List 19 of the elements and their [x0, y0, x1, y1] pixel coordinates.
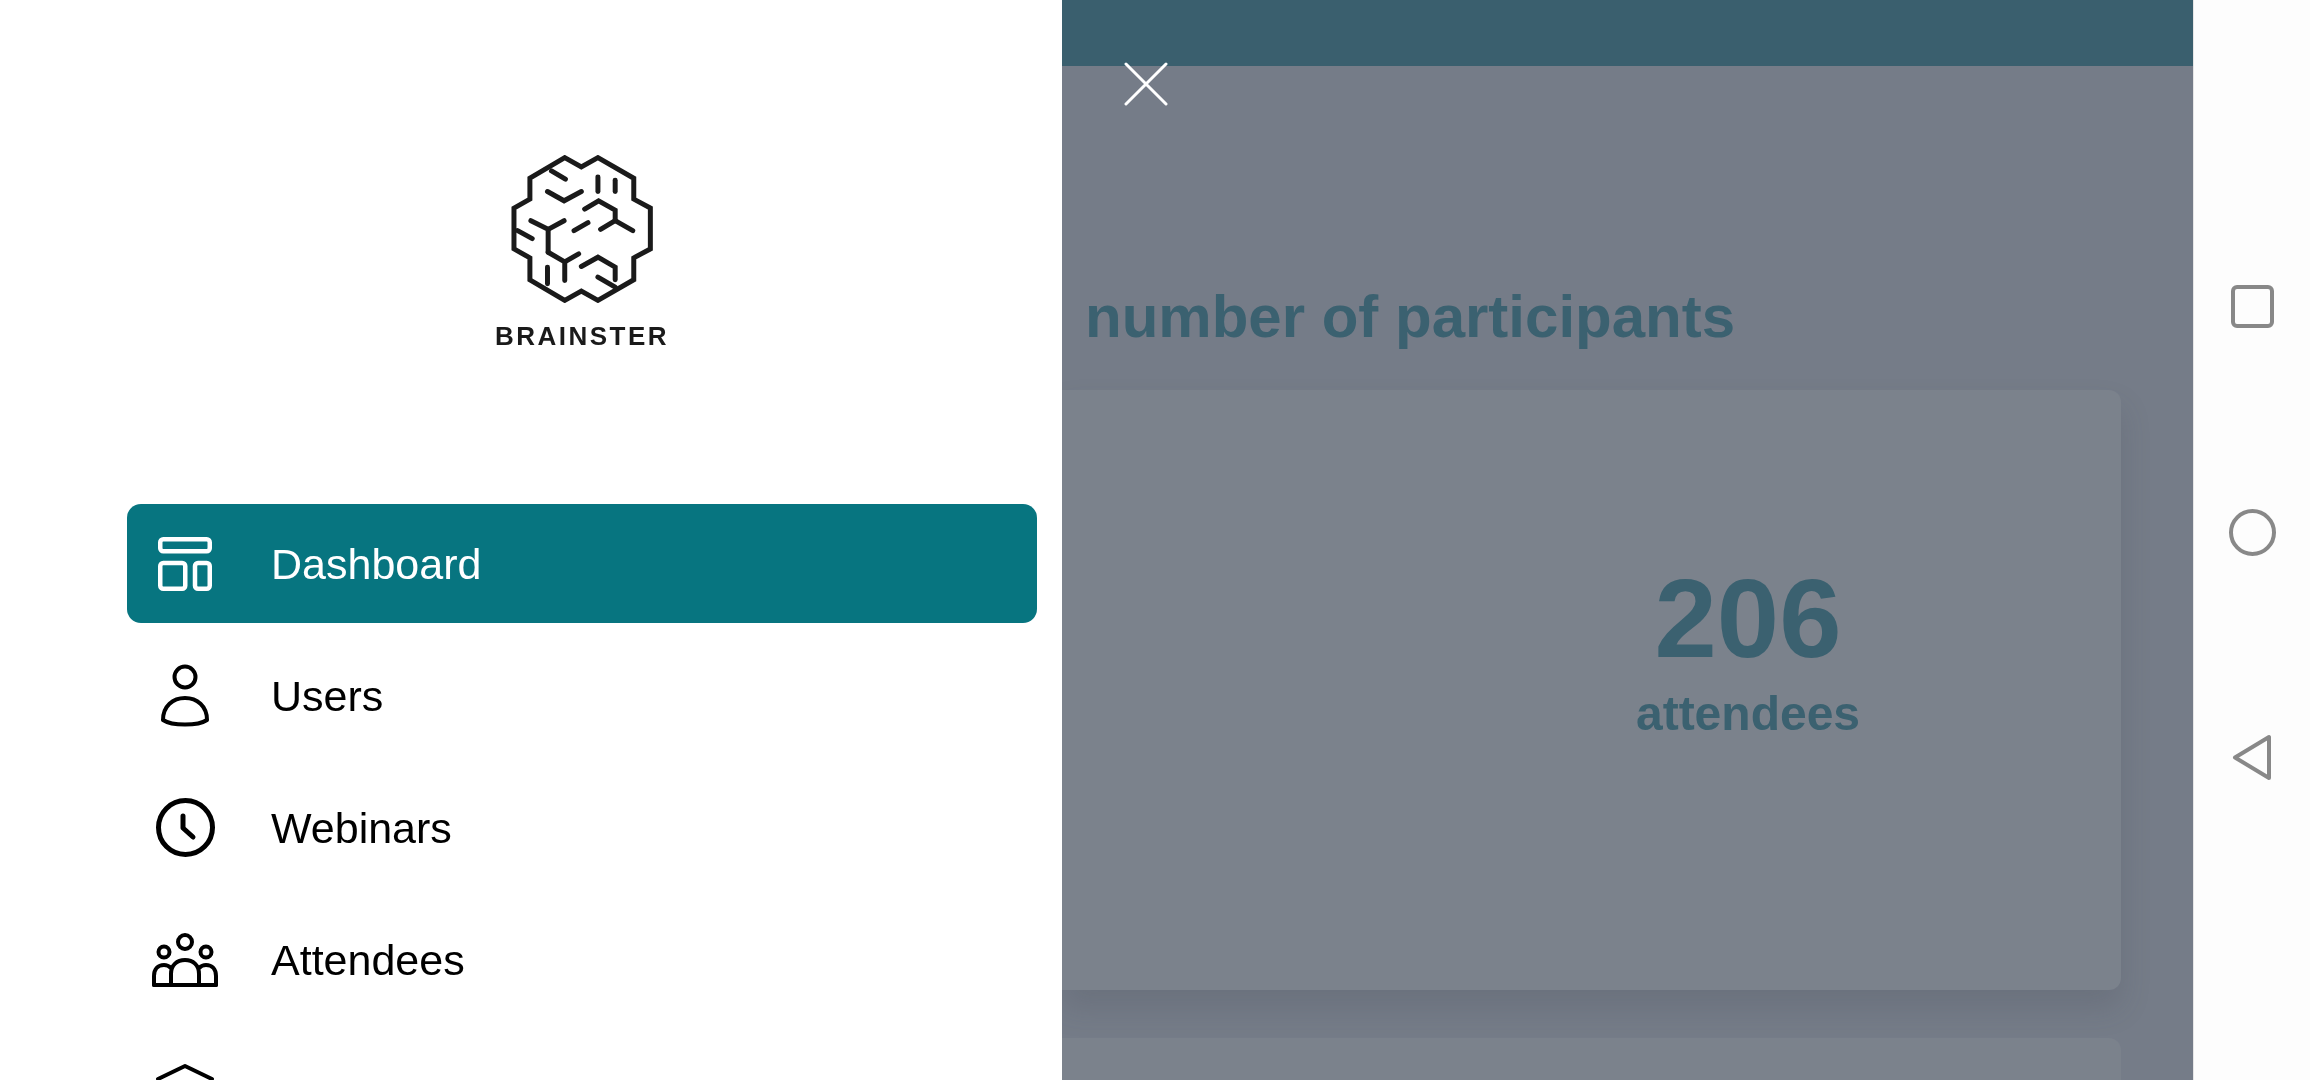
people-icon	[152, 932, 218, 987]
square-icon[interactable]	[2230, 285, 2274, 328]
brain-maze-icon	[510, 155, 654, 303]
circle-icon[interactable]	[2228, 509, 2276, 556]
section-heading: number of participants	[1085, 282, 1736, 352]
stat-value: 206	[1654, 563, 1842, 675]
stat-caption: attendees	[1635, 690, 1861, 738]
triangle-icon[interactable]	[2231, 734, 2273, 781]
close-button[interactable]	[1124, 62, 1168, 106]
clock-icon	[155, 798, 215, 857]
brand-name: BRAINSTER	[494, 321, 670, 351]
layout-icon	[158, 536, 212, 591]
close-icon	[1124, 62, 1168, 106]
nav-item[interactable]: Webinars	[127, 768, 1037, 887]
nav-item[interactable]: Dashboard	[127, 504, 1037, 623]
person-icon	[160, 663, 210, 728]
nav-item[interactable]: Users	[127, 636, 1037, 755]
nav-item[interactable]: Attendees	[127, 900, 1037, 1019]
roof-icon	[155, 1063, 215, 1080]
